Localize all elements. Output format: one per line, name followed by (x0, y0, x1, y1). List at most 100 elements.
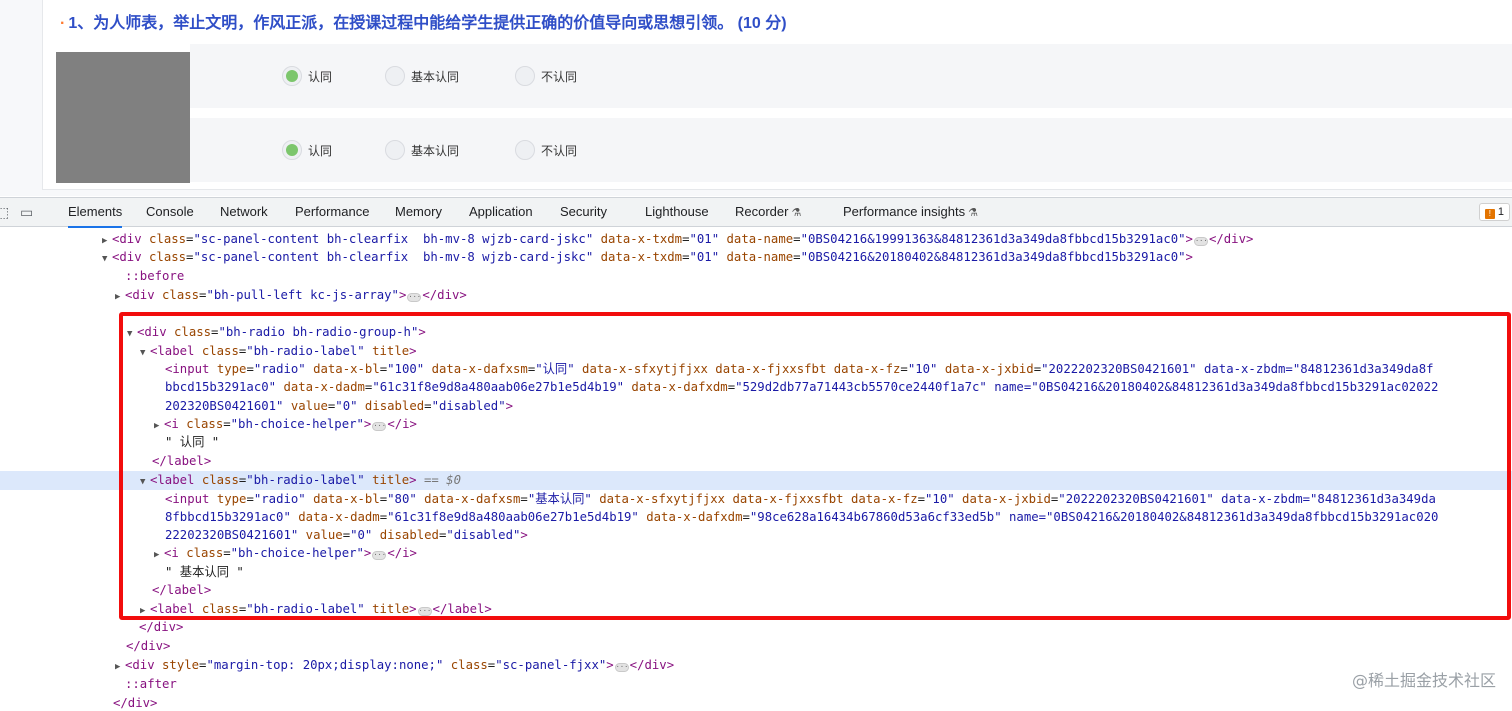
dom-node-line[interactable]: bbcd15b3291ac0" data-x-dadm="61c31f8e9d8… (0, 378, 1512, 397)
dom-node-text: </label> (152, 583, 212, 597)
tab-network[interactable]: Network (220, 198, 268, 228)
evaluation-page: · 1、为人师表，举止文明，作风正派，在授课过程中能给学生提供正确的价值导向或思想… (0, 0, 1512, 196)
issues-count: 1 (1497, 206, 1504, 218)
dom-node-line[interactable]: ::before (0, 267, 1512, 286)
dom-node-text: <div class="bh-pull-left kc-js-array"> ··… (125, 288, 467, 302)
expand-arrow-icon[interactable]: ▼ (140, 473, 150, 492)
dom-node-text: <div class="sc-panel-content bh-clearfix… (112, 250, 1193, 264)
dom-node-line[interactable]: 202320BS0421601" value="0" disabled="dis… (0, 397, 1512, 416)
expand-arrow-icon[interactable]: ▼ (102, 250, 112, 269)
tab-performance[interactable]: Performance (295, 198, 369, 228)
question-text: 1、为人师表，举止文明，作风正派，在授课过程中能给学生提供正确的价值导向或思想引… (68, 15, 787, 32)
collapse-arrow-icon[interactable]: ▶ (154, 546, 164, 565)
tab-performance-insights[interactable]: Performance insights ⚗ (843, 198, 978, 228)
dom-node-line[interactable]: " 基本认同 " (0, 563, 1512, 582)
flask-icon: ⚗ (791, 207, 802, 219)
tab-security[interactable]: Security (560, 198, 607, 228)
option-disagree[interactable]: 不认同 (515, 66, 577, 86)
dom-node-line[interactable]: ▼ <div class="bh-radio bh-radio-group-h"> (0, 323, 1512, 342)
dom-node-text: </label> (152, 454, 212, 468)
dom-node-line[interactable]: </div> (0, 694, 1512, 711)
dom-node-line[interactable]: ▶ <div style="margin-top: 20px;display:no… (0, 656, 1512, 675)
question-title: · 1、为人师表，举止文明，作风正派，在授课过程中能给学生提供正确的价值导向或思想… (60, 9, 787, 33)
dom-node-text: ::before (125, 269, 185, 283)
dom-node-line[interactable]: ▶ <div class="bh-pull-left kc-js-array"> ·… (0, 286, 1512, 305)
inspect-element-icon[interactable]: ⬚ (0, 198, 9, 228)
dom-node-text: 22202320BS0421601" value="0" disabled="d… (165, 528, 528, 542)
dom-node-text: <div style="margin-top: 20px;display:non… (125, 658, 675, 672)
dom-node-text: </div> (113, 696, 158, 710)
dom-node-line[interactable]: </label> (0, 452, 1512, 471)
dom-node-text: ::after (125, 677, 177, 691)
option-label: 基本认同 (411, 69, 460, 84)
option-label: 不认同 (541, 143, 578, 158)
option-basically-agree[interactable]: 基本认同 (385, 140, 459, 160)
elements-dom-tree[interactable]: ▶ <div class="sc-panel-content bh-clearfi… (0, 228, 1512, 711)
dom-node-line[interactable]: </div> (0, 637, 1512, 656)
dom-node-text: <input type="radio" data-x-bl="100" data… (165, 362, 1434, 376)
tab-application[interactable]: Application (469, 198, 533, 228)
dom-node-text: 8fbbcd15b3291ac0" data-x-dadm="61c31f8e9… (165, 510, 1439, 524)
dom-node-line[interactable]: </div> (0, 618, 1512, 637)
dom-node-line[interactable]: 22202320BS0421601" value="0" disabled="d… (0, 526, 1512, 545)
option-label: 不认同 (541, 69, 578, 84)
issues-counter[interactable]: ! 1 (1478, 203, 1510, 221)
dom-node-line[interactable]: ▶ <i class="bh-choice-helper"> ···</i> (0, 544, 1512, 563)
option-label: 基本认同 (411, 143, 460, 158)
dom-node-line[interactable]: 8fbbcd15b3291ac0" data-x-dadm="61c31f8e9… (0, 508, 1512, 527)
option-agree[interactable]: 认同 (282, 66, 332, 86)
dom-node-line[interactable]: ▼ <div class="sc-panel-content bh-clearfi… (0, 248, 1512, 267)
dom-node-line[interactable]: ▼ <label class="bh-radio-label" title> (0, 342, 1512, 361)
radio-unselected-icon[interactable] (515, 140, 535, 160)
dom-node-line[interactable]: </label> (0, 581, 1512, 600)
dom-node-text: </div> (139, 620, 184, 634)
device-toolbar-icon[interactable]: ▭ (20, 198, 33, 228)
collapse-arrow-icon[interactable]: ▶ (115, 658, 125, 677)
dom-node-line[interactable]: ▶ <label class="bh-radio-label" title> ···… (0, 600, 1512, 619)
dom-node-line[interactable]: ▼ <label class="bh-radio-label" title> ==… (0, 471, 1512, 490)
tab-memory[interactable]: Memory (395, 198, 442, 228)
dom-node-text: <input type="radio" data-x-bl="80" data-… (165, 492, 1436, 506)
option-basically-agree[interactable]: 基本认同 (385, 66, 459, 86)
dom-node-line[interactable]: ▶ <div class="sc-panel-content bh-clearfi… (0, 230, 1512, 249)
dom-node-text: <div class="sc-panel-content bh-clearfix… (112, 232, 1254, 246)
collapse-arrow-icon[interactable]: ▶ (115, 288, 125, 307)
radio-unselected-icon[interactable] (385, 140, 405, 160)
dom-node-line[interactable]: <input type="radio" data-x-bl="100" data… (0, 360, 1512, 379)
dom-node-text: <label class="bh-radio-label" title> (150, 344, 417, 358)
issue-flag-icon: ! (1484, 209, 1495, 219)
flask-icon: ⚗ (968, 207, 978, 219)
rating-row: 认同 基本认同 不认同 (190, 118, 1512, 182)
radio-selected-icon[interactable] (282, 140, 302, 160)
dom-node-text: <label class="bh-radio-label" title> ···<… (150, 602, 492, 616)
option-agree[interactable]: 认同 (282, 140, 332, 160)
tab-console[interactable]: Console (146, 198, 194, 228)
dom-node-line[interactable]: <input type="radio" data-x-bl="80" data-… (0, 490, 1512, 509)
watermark: @稀土掘金技术社区 (1351, 671, 1496, 690)
dom-node-text: 202320BS0421601" value="0" disabled="dis… (165, 399, 514, 413)
dom-node-text: " 认同 " (165, 435, 220, 449)
dom-node-text: <i class="bh-choice-helper"> ···</i> (164, 546, 417, 560)
tab-label: Recorder (735, 204, 789, 219)
dom-node-text: <label class="bh-radio-label" title> == … (150, 473, 461, 487)
radio-selected-icon[interactable] (282, 66, 302, 86)
radio-unselected-icon[interactable] (385, 66, 405, 86)
dom-node-line[interactable]: ::after (0, 675, 1512, 694)
dom-node-line[interactable]: " 认同 " (0, 433, 1512, 452)
dom-node-text: <div class="bh-radio bh-radio-group-h"> (137, 325, 426, 339)
tab-elements[interactable]: Elements (68, 198, 123, 228)
devtools-tabbar: ⬚ ▭ Elements Console Network Performance… (0, 197, 1512, 228)
radio-unselected-icon[interactable] (515, 66, 535, 86)
tab-recorder[interactable]: Recorder ⚗ (735, 198, 801, 228)
tab-lighthouse[interactable]: Lighthouse (645, 198, 709, 228)
question-bullet: · (60, 15, 66, 32)
option-disagree[interactable]: 不认同 (515, 140, 577, 160)
dom-node-text: bbcd15b3291ac0" data-x-dadm="61c31f8e9d8… (165, 380, 1439, 394)
dom-node-text: <i class="bh-choice-helper"> ···</i> (164, 417, 417, 431)
teacher-photo-placeholder (56, 52, 190, 183)
rating-row: 认同 基本认同 不认同 (190, 44, 1512, 108)
dom-node-line[interactable]: ▶ <i class="bh-choice-helper"> ···</i> (0, 415, 1512, 434)
expand-arrow-icon[interactable]: ▼ (127, 325, 137, 344)
tab-label: Performance insights (843, 204, 966, 219)
dom-node-text: " 基本认同 " (165, 565, 244, 579)
